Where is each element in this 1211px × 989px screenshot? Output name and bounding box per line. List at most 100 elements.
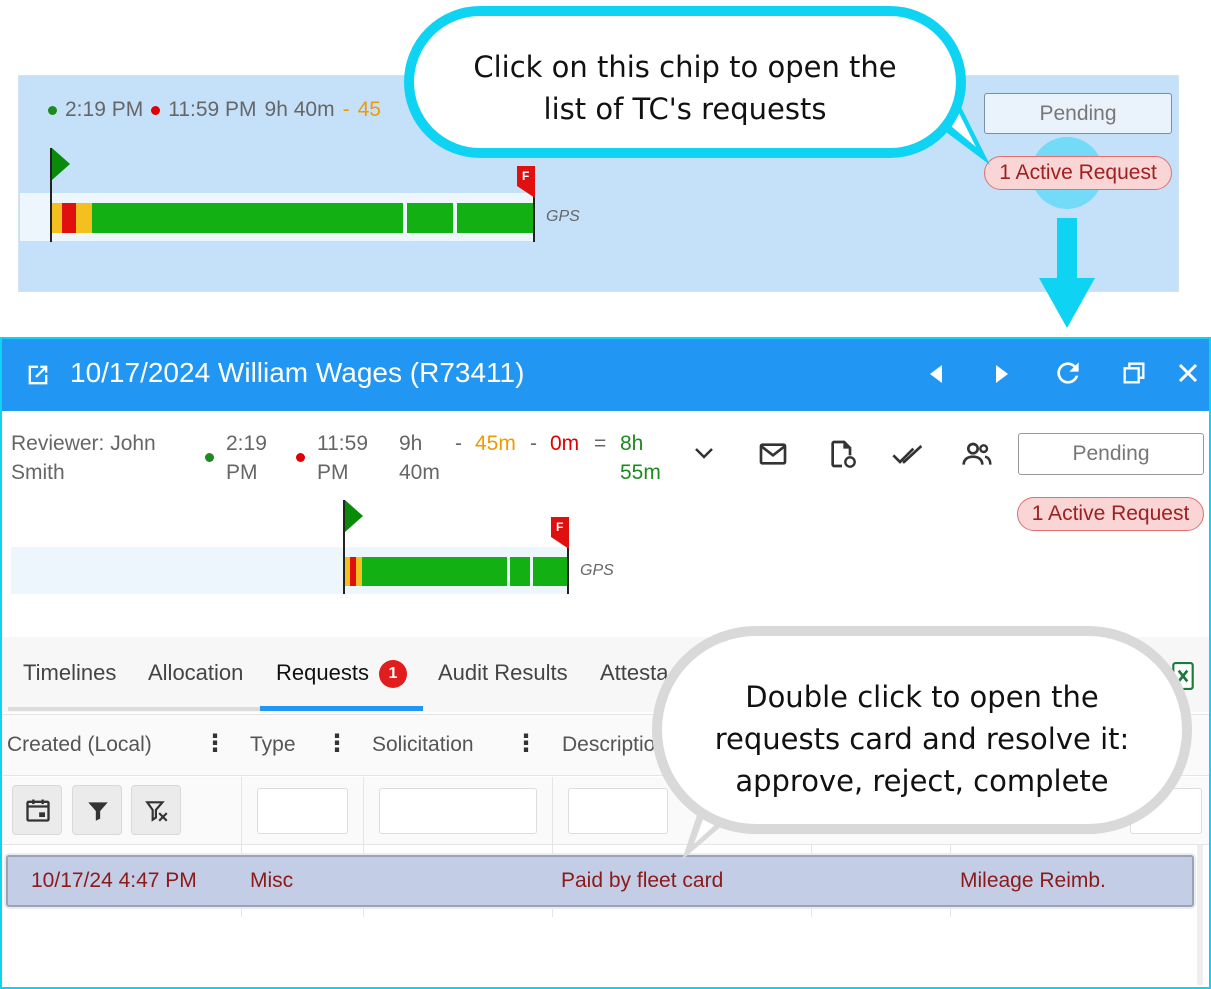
bar-seg-green xyxy=(457,203,534,233)
start-time-line2: PM xyxy=(226,461,258,484)
calendar-icon xyxy=(26,799,50,822)
top-gps-label: GPS xyxy=(546,208,580,225)
arrow-down-icon xyxy=(1039,278,1095,328)
cell-type: Misc xyxy=(250,869,294,892)
callout-top-line2: list of TC's requests xyxy=(543,92,827,126)
cell-created: 10/17/24 4:47 PM xyxy=(31,869,197,892)
break-value: 45m xyxy=(475,432,516,455)
active-tab-indicator xyxy=(260,706,423,711)
gps-label: GPS xyxy=(580,562,614,579)
start-time: 2:19 PM xyxy=(226,429,267,487)
filter-button[interactable] xyxy=(72,785,122,835)
start-time-line1: 2:19 xyxy=(226,432,267,455)
bar-seg-red xyxy=(62,203,76,233)
end-time: 11:59 PM xyxy=(317,429,368,487)
end-time-line1: 11:59 xyxy=(317,432,368,455)
col-solicitation[interactable]: Solicitation xyxy=(372,733,474,757)
callout-bottom-line3: approve, reject, complete xyxy=(735,764,1109,798)
chevron-down-icon[interactable] xyxy=(693,445,715,461)
scrollbar[interactable] xyxy=(1197,845,1203,985)
solicitation-filter-input[interactable] xyxy=(379,788,537,834)
col-solicitation-menu-icon[interactable]: ⋮ xyxy=(514,729,538,758)
mail-icon[interactable] xyxy=(757,438,789,470)
duration-line1: 9h xyxy=(399,432,423,455)
minus-sign: - xyxy=(455,432,462,455)
deduct-value: 0m xyxy=(550,432,580,455)
start-dot xyxy=(48,105,57,115)
clear-filter-button[interactable] xyxy=(131,785,181,835)
minus-sign: - xyxy=(530,432,537,455)
reviewer-line2: Smith xyxy=(11,461,65,484)
bar-seg-green xyxy=(533,557,568,586)
equals-sign: = xyxy=(594,432,607,455)
bar-seg-yellow xyxy=(76,203,92,233)
col-created[interactable]: Created (Local) xyxy=(7,733,152,757)
end-flag-letter: F xyxy=(556,520,564,534)
reviewer-label: Reviewer: John Smith xyxy=(11,429,156,487)
tab-audit-results[interactable]: Audit Results xyxy=(438,660,568,686)
tab-attestations[interactable]: Attesta xyxy=(600,660,668,686)
tab-requests[interactable]: Requests xyxy=(276,660,369,686)
tab-underline xyxy=(8,707,260,711)
start-flag-icon xyxy=(345,500,363,532)
start-flag-icon xyxy=(52,148,70,180)
tab-timelines[interactable]: Timelines xyxy=(23,660,116,686)
cell-description: Paid by fleet card xyxy=(561,869,724,892)
prev-icon[interactable] xyxy=(928,365,944,383)
col-type-menu-icon[interactable]: ⋮ xyxy=(325,729,349,758)
window-titlebar: 10/17/2024 William Wages (R73411) xyxy=(2,339,1209,411)
bar-seg-yellow xyxy=(52,203,62,233)
bar-seg-green xyxy=(92,203,403,233)
col-description[interactable]: Descriptio xyxy=(562,733,655,757)
description-filter-input[interactable] xyxy=(568,788,668,834)
bar-seg-green xyxy=(362,557,507,586)
date-filter-button[interactable] xyxy=(12,785,62,835)
col-created-menu-icon[interactable]: ⋮ xyxy=(203,729,227,758)
refresh-icon[interactable] xyxy=(1052,357,1084,389)
top-end-time: 11:59 PM xyxy=(168,98,257,121)
callout-bottom: Double click to open the requests card a… xyxy=(652,626,1192,834)
requests-count-badge: 1 xyxy=(379,660,407,688)
tab-allocation[interactable]: Allocation xyxy=(148,660,243,686)
callout-top: Click on this chip to open the list of T… xyxy=(404,6,966,158)
end-dot xyxy=(296,453,305,462)
restore-icon[interactable] xyxy=(1120,359,1148,387)
people-icon[interactable] xyxy=(961,438,993,470)
end-time-line2: PM xyxy=(317,461,349,484)
double-check-icon[interactable] xyxy=(892,438,924,470)
document-refresh-icon[interactable] xyxy=(826,438,858,470)
top-timeline-bar[interactable] xyxy=(52,203,534,233)
callout-top-line1: Click on this chip to open the xyxy=(473,50,897,84)
arrow-shaft xyxy=(1057,218,1077,280)
top-pending-button[interactable]: Pending xyxy=(984,93,1172,134)
pending-button[interactable]: Pending xyxy=(1018,433,1204,475)
callout-bottom-line1: Double click to open the xyxy=(745,680,1099,714)
clear-filter-icon xyxy=(145,801,168,822)
top-active-request-chip[interactable]: 1 Active Request xyxy=(984,156,1172,190)
end-flag-letter: F xyxy=(522,169,530,183)
timeline-bar[interactable] xyxy=(345,557,568,586)
bar-seg-green xyxy=(407,203,453,233)
top-break-partial: 45 xyxy=(357,98,381,121)
top-time-summary: 2:19 PM 11:59 PM 9h 40m - 45 xyxy=(48,98,389,122)
top-dash: - xyxy=(342,98,350,121)
cell-col6: Mileage Reimb. xyxy=(960,869,1106,892)
active-request-chip[interactable]: 1 Active Request xyxy=(1017,497,1204,531)
top-duration: 9h 40m xyxy=(264,98,335,121)
duration: 9h 40m xyxy=(399,429,440,487)
end-dot xyxy=(151,105,161,115)
reviewer-line1: Reviewer: John xyxy=(11,432,156,455)
top-start-time: 2:19 PM xyxy=(65,98,144,121)
bar-seg-green xyxy=(510,557,530,586)
total-line2: 55m xyxy=(620,461,661,484)
duration-line2: 40m xyxy=(399,461,440,484)
open-external-icon[interactable] xyxy=(24,361,52,389)
total-time: 8h 55m xyxy=(620,429,661,487)
close-icon[interactable] xyxy=(1176,361,1200,385)
next-icon[interactable] xyxy=(994,365,1010,383)
filter-icon xyxy=(88,802,108,821)
col-type[interactable]: Type xyxy=(250,733,296,757)
type-filter-input[interactable] xyxy=(257,788,348,834)
total-line1: 8h xyxy=(620,432,644,455)
callout-bottom-line2: requests card and resolve it: xyxy=(714,722,1130,756)
